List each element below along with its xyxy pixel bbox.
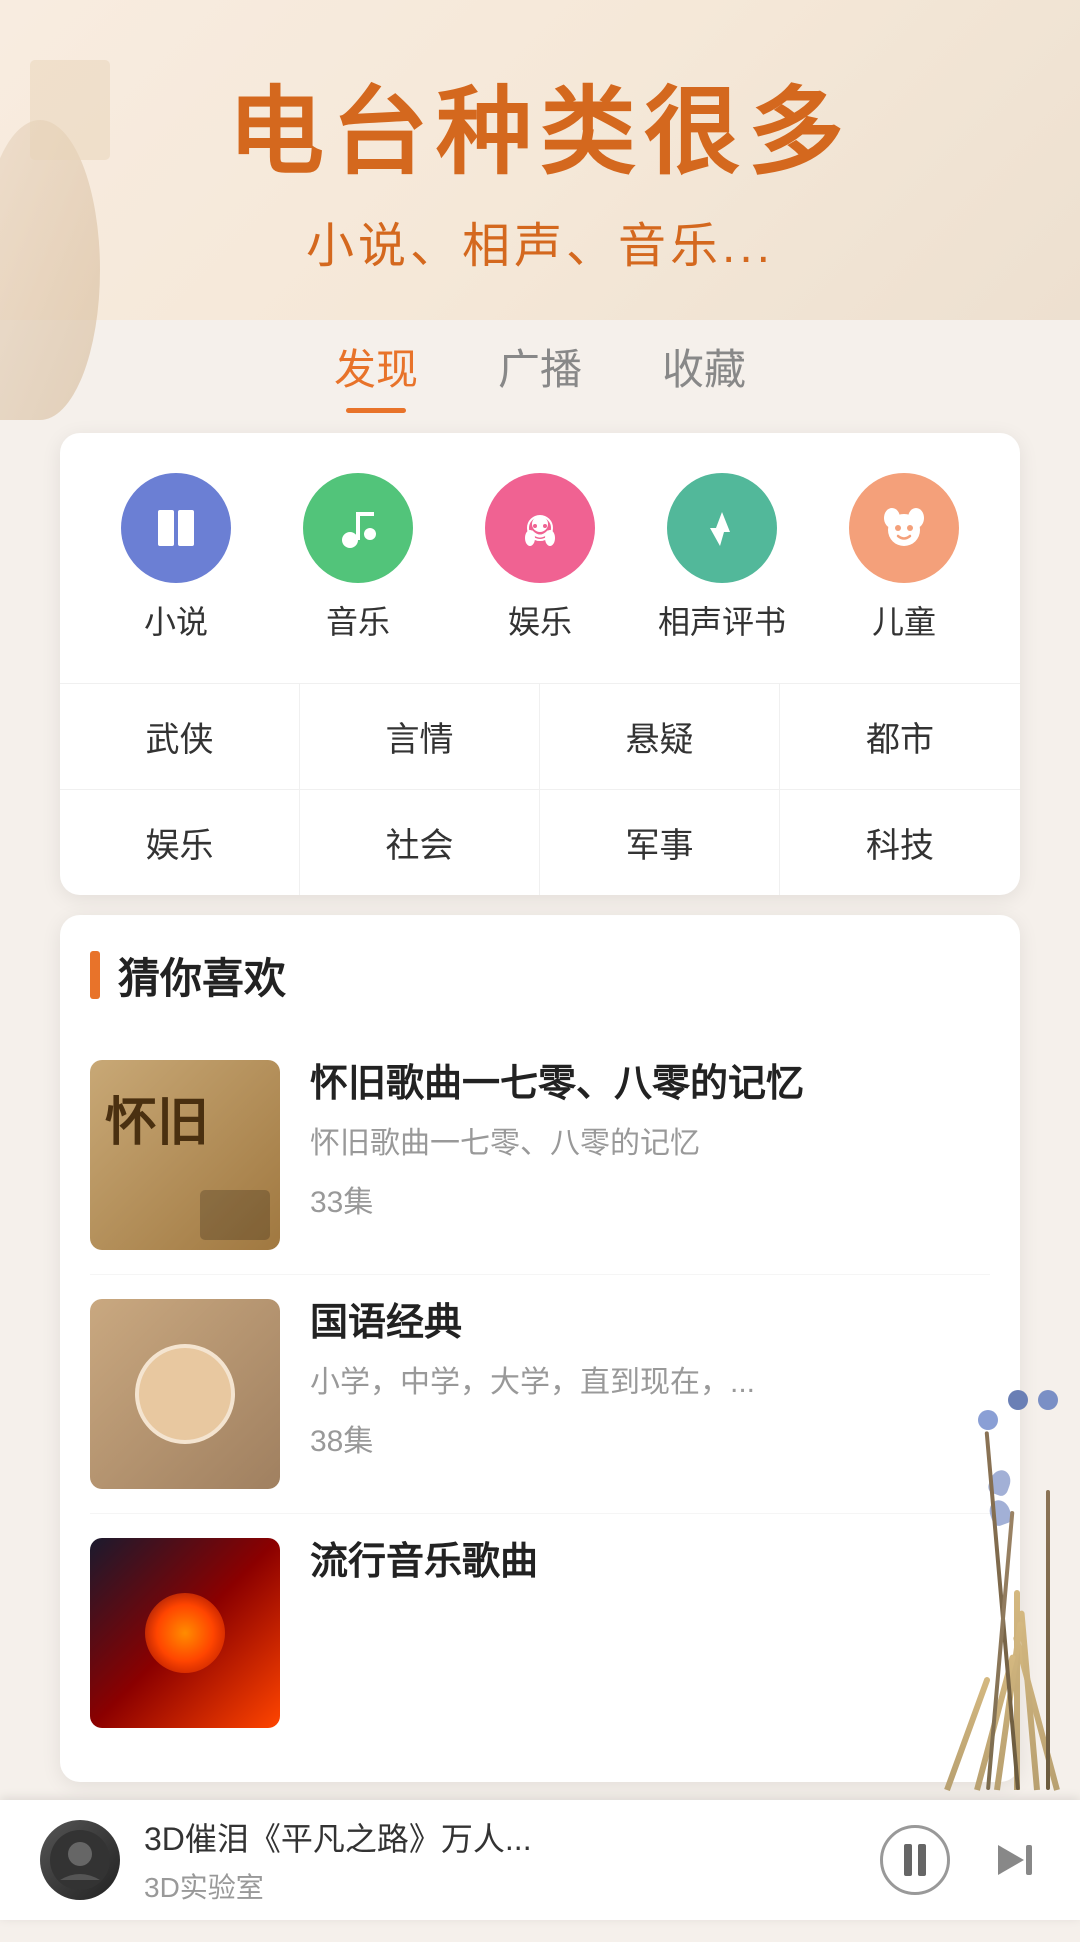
thumb-retro-label: 怀旧	[105, 1080, 209, 1155]
entertainment-icon	[485, 473, 595, 583]
player-info: 3D催泪《平凡之路》万人... 3D实验室	[144, 1814, 880, 1906]
category-entertainment[interactable]: 娱乐	[454, 473, 626, 643]
hero-subtitle: 小说、相声、音乐...	[40, 206, 1040, 276]
music-icon	[303, 473, 413, 583]
genre-grid: 武侠 言情 悬疑 都市 娱乐 社会 军事 科技	[60, 683, 1020, 895]
flower-stem-1	[1046, 1490, 1050, 1790]
player-bar: 3D催泪《平凡之路》万人... 3D实验室	[0, 1800, 1080, 1920]
genre-social[interactable]: 社会	[300, 790, 540, 895]
program-count-retro: 33集	[310, 1177, 990, 1221]
category-music[interactable]: 音乐	[272, 473, 444, 643]
grass-blade-2	[1018, 1610, 1040, 1790]
category-music-label: 音乐	[326, 597, 390, 643]
category-children-label: 儿童	[872, 597, 936, 643]
pause-button[interactable]	[880, 1825, 950, 1895]
category-children[interactable]: 儿童	[818, 473, 990, 643]
category-crosstalk-label: 相声评书	[658, 597, 786, 643]
children-icon	[849, 473, 959, 583]
next-button[interactable]	[990, 1835, 1040, 1885]
main-card: 小说 音乐	[60, 433, 1020, 895]
tab-broadcast[interactable]: 广播	[498, 336, 582, 413]
tab-favorites[interactable]: 收藏	[662, 336, 746, 413]
recommend-section: 猜你喜欢 怀旧 怀旧歌曲一七零、八零的记忆 怀旧歌曲一七零、八零的记忆 33集 …	[60, 915, 1020, 1782]
genre-urban[interactable]: 都市	[780, 684, 1020, 790]
program-desc-mandarin: 小学，中学，大学，直到现在，...	[310, 1362, 990, 1404]
player-title: 3D催泪《平凡之路》万人...	[144, 1814, 880, 1860]
program-desc-retro: 怀旧歌曲一七零、八零的记忆	[310, 1123, 990, 1165]
program-count-mandarin: 38集	[310, 1416, 990, 1460]
program-thumb-portrait	[90, 1299, 280, 1489]
program-title-retro: 怀旧歌曲一七零、八零的记忆	[310, 1060, 990, 1109]
genre-entertainment[interactable]: 娱乐	[60, 790, 300, 895]
pause-icon	[904, 1844, 926, 1876]
novel-icon	[121, 473, 231, 583]
player-avatar[interactable]	[40, 1820, 120, 1900]
tab-bar: 发现 广播 收藏	[0, 306, 1080, 413]
genre-military[interactable]: 军事	[540, 790, 780, 895]
action-sparks	[145, 1593, 225, 1673]
hero-section: 电台种类很多 小说、相声、音乐...	[0, 0, 1080, 306]
player-controls	[880, 1825, 1040, 1895]
thumb-retro-decoration	[200, 1190, 270, 1240]
category-ent-label: 娱乐	[508, 597, 572, 643]
category-novel-label: 小说	[144, 597, 208, 643]
program-title-pop: 流行音乐歌曲	[310, 1538, 990, 1587]
program-info-pop: 流行音乐歌曲	[310, 1538, 990, 1601]
program-thumb-retro: 怀旧	[90, 1060, 280, 1250]
crosstalk-icon	[667, 473, 777, 583]
program-thumb-action	[90, 1538, 280, 1728]
category-row: 小说 音乐	[60, 433, 1020, 683]
pause-bar-right	[918, 1844, 926, 1876]
program-item-retro[interactable]: 怀旧 怀旧歌曲一七零、八零的记忆 怀旧歌曲一七零、八零的记忆 33集	[90, 1036, 990, 1275]
genre-romance[interactable]: 言情	[300, 684, 540, 790]
portrait-face	[135, 1344, 235, 1444]
genre-tech[interactable]: 科技	[780, 790, 1020, 895]
genre-wuxia[interactable]: 武侠	[60, 684, 300, 790]
flower-head-1	[1038, 1390, 1058, 1410]
category-crosstalk[interactable]: 相声评书	[636, 473, 808, 643]
player-subtitle: 3D实验室	[144, 1866, 880, 1906]
genre-mystery[interactable]: 悬疑	[540, 684, 780, 790]
tab-discover[interactable]: 发现	[334, 336, 418, 413]
section-title: 猜你喜欢	[90, 945, 990, 1006]
program-item-pop[interactable]: 流行音乐歌曲	[90, 1514, 990, 1752]
recommend-title-text: 猜你喜欢	[118, 945, 286, 1006]
title-bar-accent	[90, 951, 100, 999]
pause-bar-left	[904, 1844, 912, 1876]
program-item-mandarin[interactable]: 国语经典 小学，中学，大学，直到现在，... 38集	[90, 1275, 990, 1514]
program-info-retro: 怀旧歌曲一七零、八零的记忆 怀旧歌曲一七零、八零的记忆 33集	[310, 1060, 990, 1221]
program-title-mandarin: 国语经典	[310, 1299, 990, 1348]
program-info-mandarin: 国语经典 小学，中学，大学，直到现在，... 38集	[310, 1299, 990, 1460]
hero-title: 电台种类很多	[40, 80, 1040, 186]
category-novel[interactable]: 小说	[90, 473, 262, 643]
